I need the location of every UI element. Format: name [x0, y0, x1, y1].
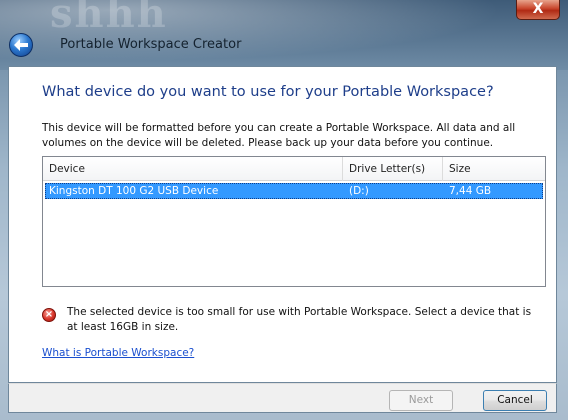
- format-warning-text: This device will be formatted before you…: [42, 122, 516, 149]
- device-row-selected[interactable]: Kingston DT 100 G2 USB Device (D:) 7,44 …: [45, 183, 543, 199]
- cancel-button[interactable]: Cancel: [483, 390, 547, 411]
- column-header-device[interactable]: Device: [43, 157, 343, 181]
- back-button[interactable]: [9, 33, 33, 57]
- device-list-header: Device Drive Letter(s) Size: [43, 157, 545, 181]
- device-list[interactable]: Device Drive Letter(s) Size Kingston DT …: [42, 156, 546, 287]
- device-size: 7,44 GB: [449, 185, 492, 197]
- close-button[interactable]: X: [516, 0, 560, 20]
- column-header-size[interactable]: Size: [443, 157, 545, 181]
- page-heading: What device do you want to use for your …: [42, 84, 494, 100]
- column-header-drive-letter[interactable]: Drive Letter(s): [343, 157, 443, 181]
- error-icon: ×: [42, 308, 56, 322]
- device-name: Kingston DT 100 G2 USB Device: [49, 185, 219, 197]
- command-bar: Next Cancel: [8, 383, 557, 413]
- back-arrow-icon: [14, 39, 28, 51]
- help-link[interactable]: What is Portable Workspace?: [42, 347, 194, 359]
- next-button[interactable]: Next: [389, 390, 453, 411]
- dialog-content: What device do you want to use for your …: [8, 66, 557, 383]
- window-title: Portable Workspace Creator: [60, 37, 242, 52]
- close-icon: X: [532, 1, 544, 17]
- background-decoration-text: shhh: [50, 0, 168, 37]
- error-text: The selected device is too small for use…: [67, 306, 532, 333]
- device-drive-letter: (D:): [349, 185, 369, 197]
